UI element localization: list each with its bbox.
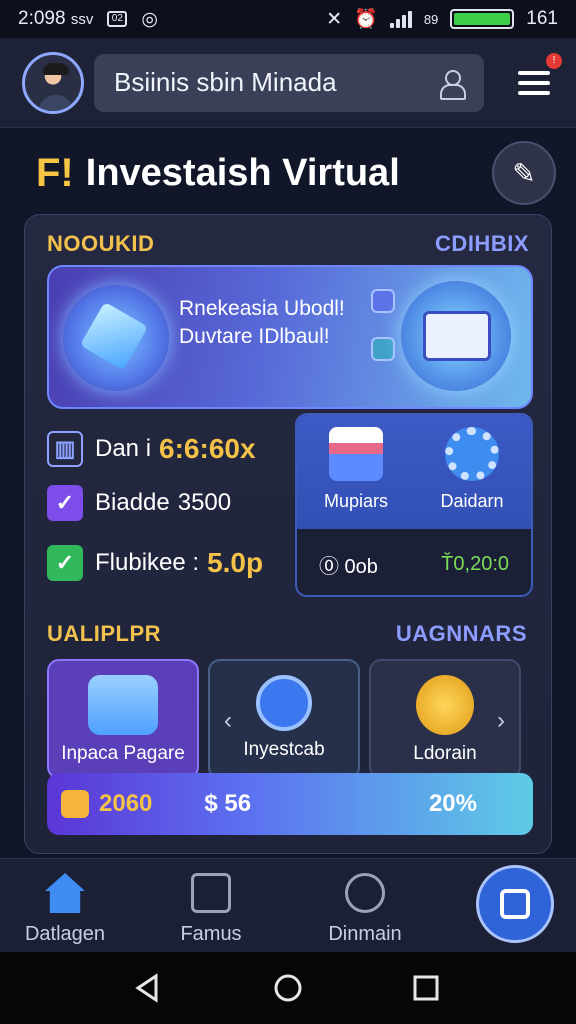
- notification-badge: !: [546, 52, 562, 69]
- search-field-text: Bsiinis sbin Minada: [114, 67, 337, 97]
- notification-icon: 02: [107, 11, 128, 27]
- progress-bar: 2060 $ 56 20%: [47, 773, 533, 835]
- document-icon: [191, 873, 231, 913]
- nav-forms[interactable]: Famus: [146, 873, 276, 946]
- overview-label: NOOUKID: [47, 231, 155, 256]
- database-icon: [88, 675, 158, 735]
- stat-label: Dan i: [95, 435, 152, 462]
- quick-tile-invest[interactable]: ‹ Inyestcab: [208, 659, 360, 779]
- stat-row-plan: ▥ Dan i 6:6:60x: [47, 431, 256, 467]
- crystal-icon: [63, 285, 169, 391]
- bottom-nav: Datlagen Famus Dinmain: [0, 858, 576, 952]
- sync-icon: ◎: [141, 8, 158, 30]
- fab-button[interactable]: [476, 865, 554, 943]
- tool-label: Daidarn: [440, 491, 504, 511]
- check-icon: [371, 337, 395, 361]
- hero-banner[interactable]: Rnekeasia Ubodl! Duvtare IDlbaul!: [47, 265, 533, 409]
- quick-link[interactable]: UAGNNARS: [396, 621, 527, 647]
- stat-row-flubikee: ✓ Flubikee : 5.0p: [47, 545, 263, 581]
- doc-icon: [371, 289, 395, 313]
- quick-tile-coins[interactable]: Ldorain ›: [369, 659, 521, 779]
- system-nav: [0, 952, 576, 1024]
- back-icon[interactable]: [132, 972, 164, 1004]
- user-icon[interactable]: [438, 69, 466, 100]
- tile-label: Inyestcab: [243, 739, 325, 760]
- home-system-icon[interactable]: [272, 972, 304, 1004]
- stat-value: 6:6:60x: [159, 433, 256, 464]
- progress-amount: $ 56: [204, 790, 252, 817]
- nav-label: Dinmain: [328, 923, 402, 945]
- page-title: Investaish Virtual: [85, 151, 400, 194]
- app-logo: F!: [36, 150, 74, 195]
- mute-icon: ✕: [326, 8, 343, 30]
- tools-grid: Mupiars Daidarn: [297, 415, 531, 529]
- alarm-icon: ⏰: [354, 9, 378, 30]
- app-header: Bsiinis sbin Minada !: [0, 38, 576, 128]
- title-row: F! Investaish Virtual ✎: [36, 140, 556, 206]
- report-icon: [329, 427, 383, 481]
- menu-button[interactable]: !: [514, 52, 562, 103]
- run-icon: ✎: [512, 157, 536, 189]
- battery-label: 161: [526, 8, 558, 29]
- tool-reports[interactable]: Mupiars: [301, 427, 411, 512]
- progress-percent: 20%: [428, 790, 477, 817]
- nav-domain[interactable]: Dinmain: [300, 873, 430, 946]
- check-icon: ✓: [47, 545, 83, 581]
- chevron-left-icon[interactable]: ‹: [224, 707, 232, 735]
- target-icon: [256, 675, 312, 731]
- chevron-right-icon[interactable]: ›: [497, 707, 505, 735]
- coins-icon: [416, 675, 474, 735]
- timer-value: ⓪ 0ob: [319, 555, 378, 578]
- network-label: 89: [423, 11, 439, 27]
- shortcut-button[interactable]: ✎: [492, 141, 556, 205]
- dashboard-art-icon: [401, 281, 511, 391]
- nav-label: Datlagen: [24, 923, 106, 945]
- stat-label: Biadde: [95, 489, 170, 516]
- compose-icon: [500, 889, 530, 919]
- status-bar: 2:098 ssv 02 ◎ ✕ ⏰ 89 161: [0, 0, 576, 38]
- nav-home[interactable]: Datlagen: [0, 873, 130, 946]
- stat-label: Flubikee :: [95, 549, 200, 576]
- chart-icon: ▥: [47, 431, 83, 467]
- nav-label: Famus: [180, 923, 242, 945]
- banner-line2: Duvtare IDlbaul!: [179, 325, 330, 348]
- status-time: 2:098 ssv: [18, 8, 94, 29]
- tools-summary: ⓪ 0ob Ť0,20:0: [297, 539, 531, 589]
- stat-value: 3500: [177, 489, 232, 516]
- tool-settings[interactable]: Daidarn: [417, 427, 527, 512]
- stat-value: 5.0p: [207, 547, 264, 578]
- stat-row-balance: ✓ Biadde 3500: [47, 485, 231, 521]
- home-icon: [45, 873, 85, 913]
- gear-icon: [445, 427, 499, 481]
- money-value: Ť0,20:0: [441, 552, 509, 575]
- dashboard-card: NOOUKID CDIHBIX Rnekeasia Ubodl! Duvtare…: [24, 214, 552, 854]
- progress-left-value: 2060: [99, 790, 153, 817]
- tools-panel: Mupiars Daidarn ⓪ 0ob Ť0,20:0: [295, 413, 533, 597]
- hero-text: Rnekeasia Ubodl! Duvtare IDlbaul!: [179, 295, 345, 351]
- overview-link[interactable]: CDIHBIX: [435, 231, 529, 257]
- tool-label: Mupiars: [323, 491, 389, 511]
- bulb-icon: [345, 873, 385, 913]
- banner-line1: Rnekeasia Ubodl!: [179, 297, 345, 320]
- calendar-icon: [61, 790, 89, 818]
- signal-icon: [389, 10, 412, 28]
- tile-label: Inpaca Pagare: [61, 743, 185, 764]
- search-field[interactable]: Bsiinis sbin Minada: [94, 53, 484, 112]
- quick-label: UALIPLPR: [47, 621, 161, 646]
- recents-icon[interactable]: [410, 972, 442, 1004]
- avatar[interactable]: [22, 51, 84, 114]
- quick-tile-package[interactable]: Inpaca Pagare: [47, 659, 199, 779]
- tile-label: Ldorain: [413, 743, 477, 764]
- checkbox-icon: ✓: [47, 485, 83, 521]
- battery-icon: [450, 9, 515, 29]
